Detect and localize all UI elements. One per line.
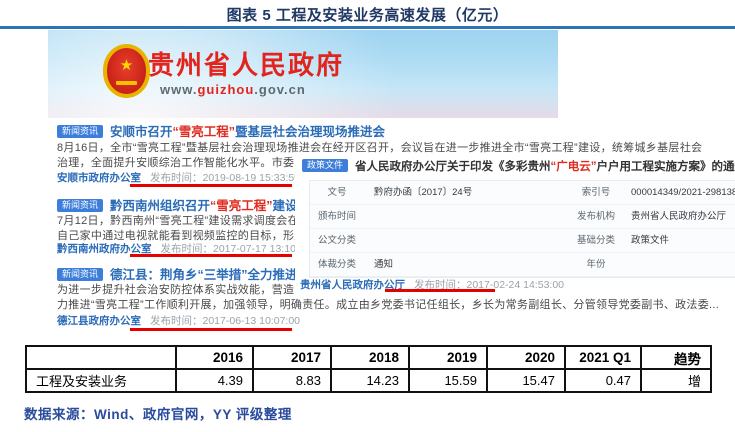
news-badge: 新闻资讯 bbox=[57, 268, 103, 281]
value-cell: 增 bbox=[641, 369, 711, 392]
header-cell: 2020 bbox=[487, 346, 565, 369]
publish-time-value: 2019-08-19 15:33:59 bbox=[203, 172, 301, 184]
meta-value: 黔府办函〔2017〕24号 bbox=[364, 181, 571, 205]
news-badge: 新闻资讯 bbox=[57, 125, 103, 138]
news-badge: 新闻资讯 bbox=[57, 199, 103, 212]
meta-value: 通知 bbox=[364, 253, 571, 277]
china-national-emblem-icon: ★ bbox=[103, 44, 150, 98]
meta-label: 索引号 bbox=[571, 181, 621, 205]
header-cell: 2018 bbox=[331, 346, 409, 369]
header-cell: 2016 bbox=[176, 346, 253, 369]
gov-site-banner: ★ 贵州省人民政府 www.guizhou.gov.cn bbox=[48, 30, 558, 118]
news-title-text: 黔西南州组织召开 bbox=[110, 199, 210, 213]
policy-title-link[interactable]: 省人民政府办公厅关于印发《多彩贵州“广电云”户户用工程实施方案》的通知（黔府办函… bbox=[355, 161, 735, 173]
annotation-underline bbox=[130, 328, 292, 331]
meta-value: 000014349/2021-2981388 bbox=[621, 181, 735, 205]
annotation-underline bbox=[130, 184, 292, 187]
meta-label: 公文分类 bbox=[310, 229, 364, 253]
meta-value bbox=[364, 205, 571, 229]
figure-container: 图表 5 工程及安装业务高速发展（亿元） ★ 贵州省人民政府 www.guizh… bbox=[0, 0, 735, 432]
header-cell: 2017 bbox=[253, 346, 331, 369]
header-cell: 2021 Q1 bbox=[565, 346, 641, 369]
value-cell: 8.83 bbox=[253, 369, 331, 392]
news-title-text: 安顺市召开 bbox=[110, 125, 173, 139]
policy-title-text: 省人民政府办公厅关于印发《多彩贵州 bbox=[355, 161, 551, 173]
value-cell: 14.23 bbox=[331, 369, 409, 392]
news-title-text: 暨基层社会治理现场推进会 bbox=[235, 125, 385, 139]
header-cell: 2019 bbox=[409, 346, 487, 369]
data-table: 2016 2017 2018 2019 2020 2021 Q1 趋势 工程及安… bbox=[25, 345, 712, 393]
news-title-text: 德江县：荆角乡“三举措”全力推进 bbox=[110, 268, 298, 282]
site-name: 贵州省人民政府 bbox=[148, 45, 344, 82]
news-body-line: 力推进“雪亮工程”工作顺利开展，加强领导，明确责任。成立由乡党委书记任组长，乡长… bbox=[57, 296, 719, 312]
news-org-link[interactable]: 安顺市政府办公室 bbox=[57, 172, 141, 184]
meta-label: 颁布时间 bbox=[310, 205, 364, 229]
annotation-underline bbox=[130, 254, 292, 257]
table-header-row: 2016 2017 2018 2019 2020 2021 Q1 趋势 bbox=[26, 346, 711, 369]
table-row: 工程及安装业务 4.39 8.83 14.23 15.59 15.47 0.47… bbox=[26, 369, 711, 392]
meta-value: 贵州省人民政府办公厅 bbox=[621, 205, 735, 229]
publish-time: 发布时间：2019-08-19 15:33:59 bbox=[150, 172, 300, 184]
url-www: www. bbox=[160, 82, 197, 97]
policy-badge: 政策文件 bbox=[302, 159, 348, 172]
row-label-cell: 工程及安装业务 bbox=[26, 369, 176, 392]
site-url-link[interactable]: www.guizhou.gov.cn bbox=[160, 82, 306, 97]
news-item-1-footer: 安顺市政府办公室发布时间：2019-08-19 15:33:59 bbox=[57, 170, 300, 185]
star-icon: ★ bbox=[120, 58, 133, 73]
policy-title-highlight: “广电云” bbox=[551, 161, 597, 173]
meta-label: 发布机构 bbox=[571, 205, 621, 229]
title-divider bbox=[0, 26, 735, 29]
news-org-link[interactable]: 德江县政府办公室 bbox=[57, 315, 141, 327]
policy-meta-table: 文号 黔府办函〔2017〕24号 索引号 000014349/2021-2981… bbox=[309, 180, 735, 278]
news-item-3-footer: 德江县政府办公室发布时间：2017-06-13 10:07:00 bbox=[57, 313, 300, 328]
publish-time-value: 2017-06-13 10:07:00 bbox=[203, 315, 301, 327]
value-cell: 4.39 bbox=[176, 369, 253, 392]
meta-value bbox=[364, 229, 571, 253]
policy-title-row: 政策文件省人民政府办公厅关于印发《多彩贵州“广电云”户户用工程实施方案》的通知（… bbox=[302, 157, 735, 175]
publish-time-label: 发布时间： bbox=[150, 172, 203, 184]
value-cell: 0.47 bbox=[565, 369, 641, 392]
annotation-underline bbox=[385, 289, 495, 292]
meta-value bbox=[621, 253, 735, 277]
policy-doc-panel: 政策文件省人民政府办公厅关于印发《多彩贵州“广电云”户户用工程实施方案》的通知（… bbox=[295, 153, 735, 296]
meta-label: 年份 bbox=[571, 253, 621, 277]
source-note: 数据来源：Wind、政府官网，YY 评级整理 bbox=[24, 403, 292, 423]
news-title-highlight: “雪亮工程” bbox=[210, 199, 273, 213]
meta-label: 体裁分类 bbox=[310, 253, 364, 277]
value-cell: 15.59 bbox=[409, 369, 487, 392]
news-item-1-title-row: 新闻资讯安顺市召开“雪亮工程”暨基层社会治理现场推进会 bbox=[57, 121, 385, 141]
policy-title-text: 户户用工程实施方案》的通知（黔府办函〔2017〕 bbox=[597, 161, 735, 173]
header-cell: 趋势 bbox=[641, 346, 711, 369]
meta-label: 基础分类 bbox=[571, 229, 621, 253]
meta-value: 政策文件 bbox=[621, 229, 735, 253]
meta-label: 文号 bbox=[310, 181, 364, 205]
url-suffix: .gov.cn bbox=[254, 82, 306, 97]
url-domain: guizhou bbox=[197, 82, 254, 97]
figure-title: 图表 5 工程及安装业务高速发展（亿元） bbox=[0, 4, 735, 25]
publish-time-label: 发布时间： bbox=[150, 315, 203, 327]
value-cell: 15.47 bbox=[487, 369, 565, 392]
news-title-link[interactable]: 安顺市召开“雪亮工程”暨基层社会治理现场推进会 bbox=[110, 125, 385, 139]
header-cell bbox=[26, 346, 176, 369]
news-title-highlight: “雪亮工程” bbox=[173, 125, 236, 139]
publish-time: 发布时间：2017-06-13 10:07:00 bbox=[150, 315, 300, 327]
